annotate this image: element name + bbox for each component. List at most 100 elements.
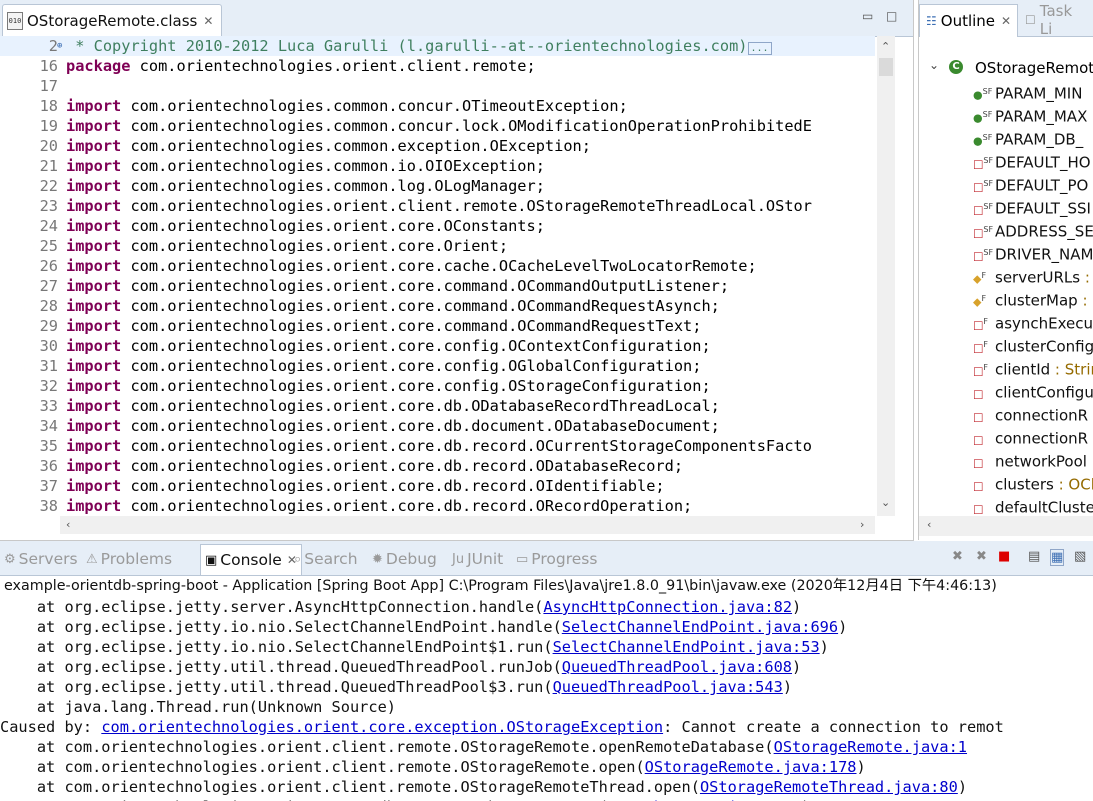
debug-icon: ✹	[372, 551, 383, 567]
outline-item[interactable]: □FclientId : Strin	[973, 356, 1093, 379]
outline-item[interactable]: □ clusters : OCl	[973, 471, 1093, 494]
minimize-icon[interactable]: ▭	[862, 9, 873, 23]
stacktrace-link[interactable]: QueuedThreadPool.java:608	[562, 658, 792, 676]
tab-servers[interactable]: ⚙ Servers	[4, 544, 78, 574]
stacktrace-link[interactable]: SelectChannelEndPoint.java:696	[562, 618, 838, 636]
code-line[interactable]: 2 ⊕ * Copyright 2010-2012 Luca Garulli (l…	[0, 36, 875, 56]
code-line[interactable]: 38 import com.orientechnologies.orient.co…	[0, 496, 875, 516]
code-text: com.orientechnologies.orient.core.config…	[121, 377, 711, 395]
stacktrace-link[interactable]: AsyncHttpConnection.java:82	[543, 598, 792, 616]
outline-item[interactable]: □SF DEFAULT_SSI	[973, 195, 1091, 218]
scroll-down-icon[interactable]: ⌄	[881, 496, 890, 509]
remove-launch-icon[interactable]: ✖	[952, 549, 963, 564]
console-output[interactable]: at org.eclipse.jetty.server.AsyncHttpCon…	[0, 597, 1093, 801]
code-line[interactable]: 17	[0, 76, 875, 96]
outline-item[interactable]: ●SF PARAM_DB_	[973, 126, 1083, 149]
tab-console[interactable]: ▣ Console ✕	[200, 544, 302, 575]
stacktrace-link[interactable]: com.orientechnologies.orient.core.except…	[101, 718, 663, 736]
keyword: import	[66, 457, 122, 475]
code-line[interactable]: 29 import com.orientechnologies.orient.co…	[0, 316, 875, 336]
line-number: 30	[39, 337, 58, 355]
tab-search[interactable]: ⌕ Search	[294, 544, 358, 574]
fold-expand-icon[interactable]: ⊕	[57, 36, 62, 56]
close-icon[interactable]: ✕	[1001, 14, 1011, 28]
outline-item[interactable]: □SF DEFAULT_HO	[973, 149, 1091, 172]
stacktrace-link[interactable]: SelectChannelEndPoint.java:53	[553, 638, 820, 656]
stacktrace-link[interactable]: OStorageRemote.java:178	[645, 758, 857, 776]
outline-item[interactable]: □ defaultCluste	[973, 494, 1093, 517]
remove-all-terminated-icon[interactable]: ✖	[976, 549, 987, 564]
chevron-down-icon[interactable]: ⌄	[929, 58, 939, 72]
code-line[interactable]: 22 import com.orientechnologies.common.lo…	[0, 176, 875, 196]
outline-item[interactable]: □ connectionR	[973, 402, 1088, 425]
stacktrace-link[interactable]: OStorageRemoteThread.java:80	[700, 778, 958, 796]
keyword: import	[66, 197, 122, 215]
code-line[interactable]: 25 import com.orientechnologies.orient.co…	[0, 236, 875, 256]
code-line[interactable]: 26 import com.orientechnologies.orient.co…	[0, 256, 875, 276]
line-number: 20	[39, 137, 58, 155]
code-line[interactable]: 18 import com.orientechnologies.common.co…	[0, 96, 875, 116]
outline-item[interactable]: □SF ADDRESS_SE	[973, 218, 1093, 241]
code-line[interactable]: 37 import com.orientechnologies.orient.co…	[0, 476, 875, 496]
outline-item-label: ADDRESS_SE	[995, 222, 1093, 241]
tab-progress[interactable]: ▭ Progress	[516, 544, 597, 574]
code-line[interactable]: 27 import com.orientechnologies.orient.co…	[0, 276, 875, 296]
tab-junit[interactable]: Ju JUnit	[452, 544, 503, 574]
code-line[interactable]: 35 import com.orientechnologies.orient.co…	[0, 436, 875, 456]
outline-item[interactable]: □ clientConfigu	[973, 379, 1093, 402]
close-icon[interactable]: ✕	[203, 14, 213, 28]
keyword: import	[66, 177, 122, 195]
code-line[interactable]: 36 import com.orientechnologies.orient.co…	[0, 456, 875, 476]
tab-debug[interactable]: ✹ Debug	[372, 544, 437, 574]
code-line[interactable]: 19 import com.orientechnologies.common.co…	[0, 116, 875, 136]
tab-task-list[interactable]: ☐ Task Li	[1019, 2, 1093, 38]
editor-tab[interactable]: 010 OStorageRemote.class ✕	[2, 4, 223, 37]
outline-item[interactable]: ◆F clusterMap :	[973, 287, 1088, 310]
clear-console-icon[interactable]: ▤	[1028, 549, 1040, 564]
code-line[interactable]: 32 import com.orientechnologies.orient.co…	[0, 376, 875, 396]
keyword: import	[66, 477, 122, 495]
tab-outline[interactable]: ☷ Outline ✕	[919, 4, 1019, 37]
outline-item[interactable]: ◆F serverURLs :	[973, 264, 1090, 287]
code-line[interactable]: 21 import com.orientechnologies.common.io…	[0, 156, 875, 176]
stacktrace-link[interactable]: QueuedThreadPool.java:543	[553, 678, 783, 696]
outline-item[interactable]: □F clusterConfig	[973, 333, 1093, 356]
code-line[interactable]: 34 import com.orientechnologies.orient.co…	[0, 416, 875, 436]
code-line[interactable]: 20 import com.orientechnologies.common.ex…	[0, 136, 875, 156]
word-wrap-icon[interactable]: ▧	[1074, 549, 1086, 564]
outline-item[interactable]: □SF DRIVER_NAM	[973, 241, 1093, 264]
code-line[interactable]: 23 import com.orientechnologies.orient.cl…	[0, 196, 875, 216]
terminate-icon[interactable]: ■	[998, 549, 1010, 564]
vertical-scrollbar[interactable]: ⌃ ⌄	[877, 36, 895, 516]
code-line[interactable]: 31 import com.orientechnologies.orient.co…	[0, 356, 875, 376]
outline-item[interactable]: □ networkPool	[973, 448, 1087, 471]
scroll-up-icon[interactable]: ⌃	[881, 40, 890, 53]
maximize-icon[interactable]: □	[886, 9, 897, 23]
outline-item[interactable]: □ connectionR	[973, 425, 1088, 448]
editor-pane: 010 OStorageRemote.class ✕ ▭ □ 2 ⊕ * Copy…	[0, 0, 914, 541]
outline-item[interactable]: □F asynchExecut	[973, 310, 1093, 333]
problems-icon: ⚠	[86, 551, 98, 567]
code-area[interactable]: 2 ⊕ * Copyright 2010-2012 Luca Garulli (l…	[0, 36, 875, 516]
scroll-left-icon[interactable]: ‹	[927, 518, 931, 531]
tab-problems[interactable]: ⚠ Problems	[86, 544, 172, 574]
console-text: )	[792, 658, 802, 676]
scroll-right-icon[interactable]: ›	[860, 518, 864, 531]
code-line[interactable]: 33 import com.orientechnologies.orient.co…	[0, 396, 875, 416]
outline-horizontal-scrollbar[interactable]: ‹	[919, 516, 1093, 536]
outline-item[interactable]: ●SF PARAM_MAX	[973, 103, 1087, 126]
code-line[interactable]: 24 import com.orientechnologies.orient.co…	[0, 216, 875, 236]
scrollbar-thumb[interactable]	[879, 58, 893, 76]
code-line[interactable]: 16 package com.orientechnologies.orient.c…	[0, 56, 875, 76]
code-line[interactable]: 28 import com.orientechnologies.orient.co…	[0, 296, 875, 316]
folded-ellipsis[interactable]: ...	[747, 42, 772, 55]
horizontal-scrollbar[interactable]: ‹ ›	[60, 516, 875, 534]
scroll-lock-icon[interactable]: ▦	[1050, 549, 1065, 566]
outline-item[interactable]: □SF DEFAULT_PO	[973, 172, 1088, 195]
outline-item[interactable]: ●SF PARAM_MIN	[973, 80, 1082, 103]
scroll-left-icon[interactable]: ‹	[66, 518, 70, 531]
stacktrace-link[interactable]: OStorageRemote.java:1	[774, 738, 967, 756]
code-line[interactable]: 30 import com.orientechnologies.orient.co…	[0, 336, 875, 356]
console-line: at com.orientechnologies.orient.core.db.…	[0, 797, 1093, 801]
outline-class-name[interactable]: OStorageRemot	[975, 59, 1093, 77]
